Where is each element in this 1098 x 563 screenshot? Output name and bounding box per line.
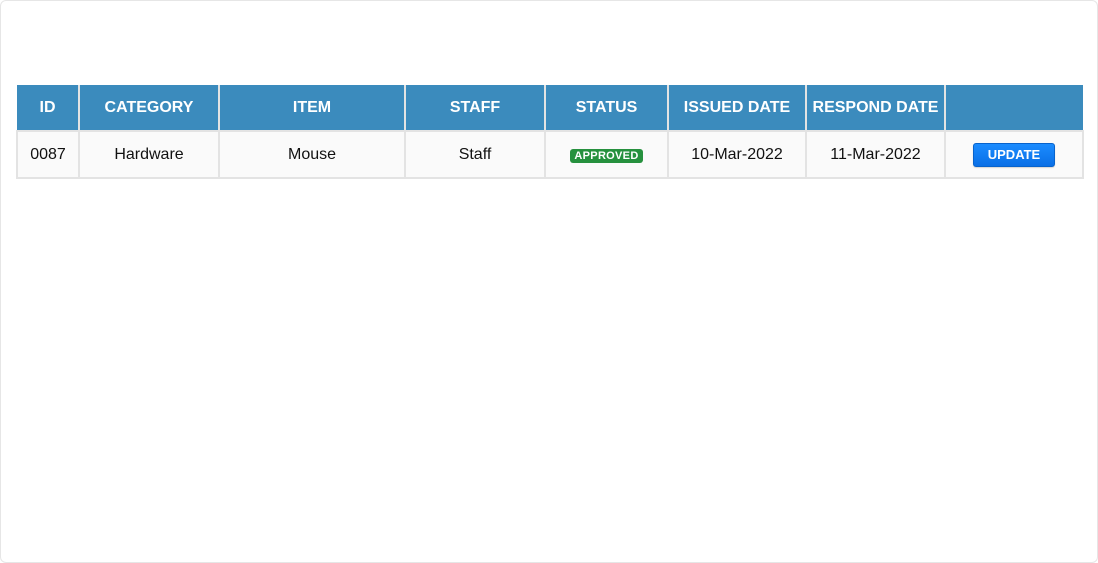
column-header-staff: STAFF bbox=[404, 85, 546, 132]
cell-action: UPDATE bbox=[944, 130, 1084, 179]
column-header-respond-date: RESPOND DATE bbox=[805, 85, 946, 132]
cell-category: Hardware bbox=[78, 130, 220, 179]
status-badge: APPROVED bbox=[570, 148, 643, 163]
requests-table-container: ID CATEGORY ITEM STAFF STATUS ISSUED DAT… bbox=[16, 85, 1084, 179]
cell-id: 0087 bbox=[16, 130, 80, 179]
update-button[interactable]: UPDATE bbox=[973, 142, 1055, 167]
cell-item: Mouse bbox=[218, 130, 406, 179]
table-header-row: ID CATEGORY ITEM STAFF STATUS ISSUED DAT… bbox=[17, 85, 1083, 132]
column-header-id: ID bbox=[17, 85, 80, 132]
cell-respond-date: 11-Mar-2022 bbox=[805, 130, 946, 179]
cell-status: APPROVED bbox=[544, 130, 669, 179]
requests-table: ID CATEGORY ITEM STAFF STATUS ISSUED DAT… bbox=[16, 85, 1084, 179]
cell-staff: Staff bbox=[404, 130, 546, 179]
table-row: 0087 Hardware Mouse Staff APPROVED 10-Ma… bbox=[16, 130, 1084, 179]
column-header-action bbox=[944, 85, 1083, 132]
column-header-item: ITEM bbox=[218, 85, 406, 132]
column-header-category: CATEGORY bbox=[78, 85, 220, 132]
column-header-status: STATUS bbox=[544, 85, 669, 132]
column-header-issued-date: ISSUED DATE bbox=[667, 85, 807, 132]
cell-issued-date: 10-Mar-2022 bbox=[667, 130, 807, 179]
